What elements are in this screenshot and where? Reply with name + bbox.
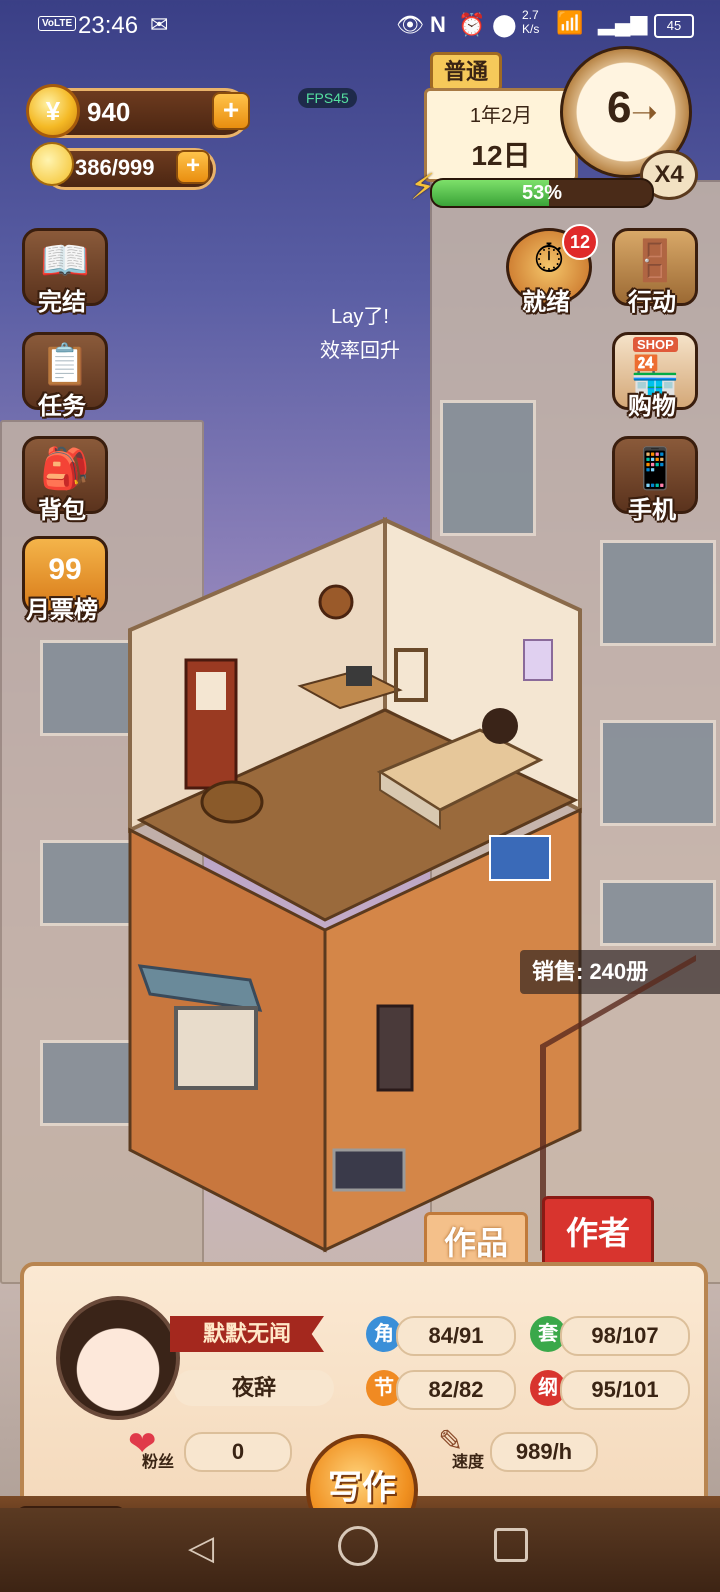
shop-sign: SHOP bbox=[633, 337, 678, 352]
lightbulb-icon bbox=[30, 142, 74, 186]
status-notice: Lay了! 效率回升 bbox=[300, 300, 420, 368]
wifi-icon: 📶 bbox=[556, 10, 584, 35]
lightning-plus-icon[interactable]: ⚡ bbox=[410, 166, 450, 210]
checklist-icon: 📋 bbox=[40, 343, 90, 387]
writing-speed: 989/h bbox=[490, 1432, 598, 1472]
stat-role: 84/91 bbox=[396, 1316, 516, 1356]
location-icon: ⬤ bbox=[492, 12, 517, 37]
mail-icon: ✉ bbox=[150, 12, 169, 37]
author-title: 默默无闻 bbox=[202, 1321, 291, 1346]
alarm-icon: ⏰ bbox=[458, 12, 486, 37]
stat-section: 82/82 bbox=[396, 1370, 516, 1410]
recruit-sign bbox=[489, 835, 551, 881]
month-label: 1年2月 bbox=[469, 105, 533, 127]
round-window bbox=[318, 584, 354, 620]
net-speed: 2.7 K/s bbox=[522, 8, 540, 36]
coin-amount: 940 bbox=[87, 97, 131, 127]
menu-label: 完结 bbox=[38, 289, 86, 316]
building-window bbox=[600, 540, 716, 646]
system-nav-bar: ◁ bbox=[0, 1508, 720, 1592]
menu-label: 行动 bbox=[628, 289, 676, 316]
tab-author[interactable]: 作者 bbox=[542, 1196, 654, 1272]
ticket-coin-icon: 99 bbox=[48, 553, 82, 586]
speed-label: 速度 bbox=[452, 1454, 485, 1471]
mode-tag: 普通 bbox=[430, 52, 502, 92]
wall-poster bbox=[523, 639, 553, 681]
side-door bbox=[376, 1004, 414, 1092]
menu-label: 手机 bbox=[628, 497, 676, 524]
author-name: 夜辞 bbox=[174, 1370, 334, 1406]
stat-outline: 95/101 bbox=[560, 1370, 690, 1410]
menu-backpack-button[interactable]: 🎒 背包 bbox=[16, 436, 108, 526]
sleeping-girl bbox=[482, 708, 518, 744]
write-label: 写作 bbox=[328, 1469, 396, 1507]
battery-icon: 45 bbox=[654, 14, 694, 38]
back-nav-icon[interactable]: ◁ bbox=[188, 1528, 214, 1568]
menu-monthly-ranking-button[interactable]: 99 月票榜 bbox=[16, 536, 108, 626]
volte-indicator: VoLTE bbox=[38, 16, 77, 31]
clock-time: 23:46 bbox=[78, 12, 139, 39]
avatar[interactable] bbox=[56, 1296, 180, 1420]
menu-finish-button[interactable]: 📖 完结 bbox=[16, 228, 108, 318]
apartment-room-illustration bbox=[128, 516, 582, 1253]
day-energy-bar: 53% bbox=[430, 178, 654, 208]
menu-label: 任务 bbox=[38, 393, 86, 420]
backpack-icon: 🎒 bbox=[40, 447, 90, 491]
add-coins-button[interactable]: + bbox=[212, 92, 250, 130]
menu-ready-button[interactable]: ⏱ 就绪 12 bbox=[500, 224, 598, 318]
menu-shop-button[interactable]: SHOP 🏪 购物 bbox=[606, 332, 698, 422]
clock-hour: 6 bbox=[607, 83, 632, 132]
signal-icon: ▂▄▆ bbox=[598, 10, 648, 35]
round-rug bbox=[200, 780, 264, 824]
door-icon: 🚪 bbox=[630, 239, 680, 283]
menu-label: 购物 bbox=[628, 393, 676, 420]
notification-badge: 12 bbox=[562, 224, 598, 260]
shop-neon-sign bbox=[332, 1148, 406, 1192]
phone-icon: 📱 bbox=[630, 447, 680, 491]
notice-line-2: 效率回升 bbox=[320, 340, 400, 362]
stat-set: 98/107 bbox=[560, 1316, 690, 1356]
recents-nav-icon[interactable] bbox=[494, 1528, 528, 1562]
notice-line-1: Lay了! bbox=[331, 306, 389, 328]
book-icon: 📖 bbox=[40, 239, 90, 283]
fans-count: 0 bbox=[184, 1432, 292, 1472]
status-bar: VoLTE 23:46 ✉ 👁 N ⏰ ⬤ 2.7 K/s 📶 ▂▄▆ 45 bbox=[0, 0, 720, 50]
author-title-banner: 默默无闻 bbox=[170, 1316, 324, 1352]
nfc-icon: N bbox=[430, 12, 446, 37]
fps-counter: FPS45 bbox=[298, 88, 357, 108]
menu-label: 背包 bbox=[38, 497, 86, 524]
menu-tasks-button[interactable]: 📋 任务 bbox=[16, 332, 108, 422]
home-nav-icon[interactable] bbox=[338, 1526, 378, 1566]
add-energy-button[interactable]: + bbox=[176, 150, 210, 184]
menu-phone-button[interactable]: 📱 手机 bbox=[606, 436, 698, 526]
building-window bbox=[600, 880, 716, 946]
clock-hand-icon: ➝ bbox=[631, 94, 658, 130]
menu-label: 月票榜 bbox=[26, 597, 98, 624]
menu-label: 就绪 bbox=[522, 289, 570, 316]
building-window bbox=[600, 720, 716, 826]
menu-action-button[interactable]: 🚪 行动 bbox=[606, 228, 698, 318]
coin-icon: ¥ bbox=[26, 84, 80, 138]
exterior-window bbox=[174, 1006, 258, 1090]
energy-percent: 53% bbox=[521, 182, 563, 204]
eye-icon: 👁 bbox=[396, 12, 424, 37]
energy-amount: 386/999 bbox=[75, 155, 155, 180]
fans-label: 粉丝 bbox=[142, 1454, 175, 1471]
